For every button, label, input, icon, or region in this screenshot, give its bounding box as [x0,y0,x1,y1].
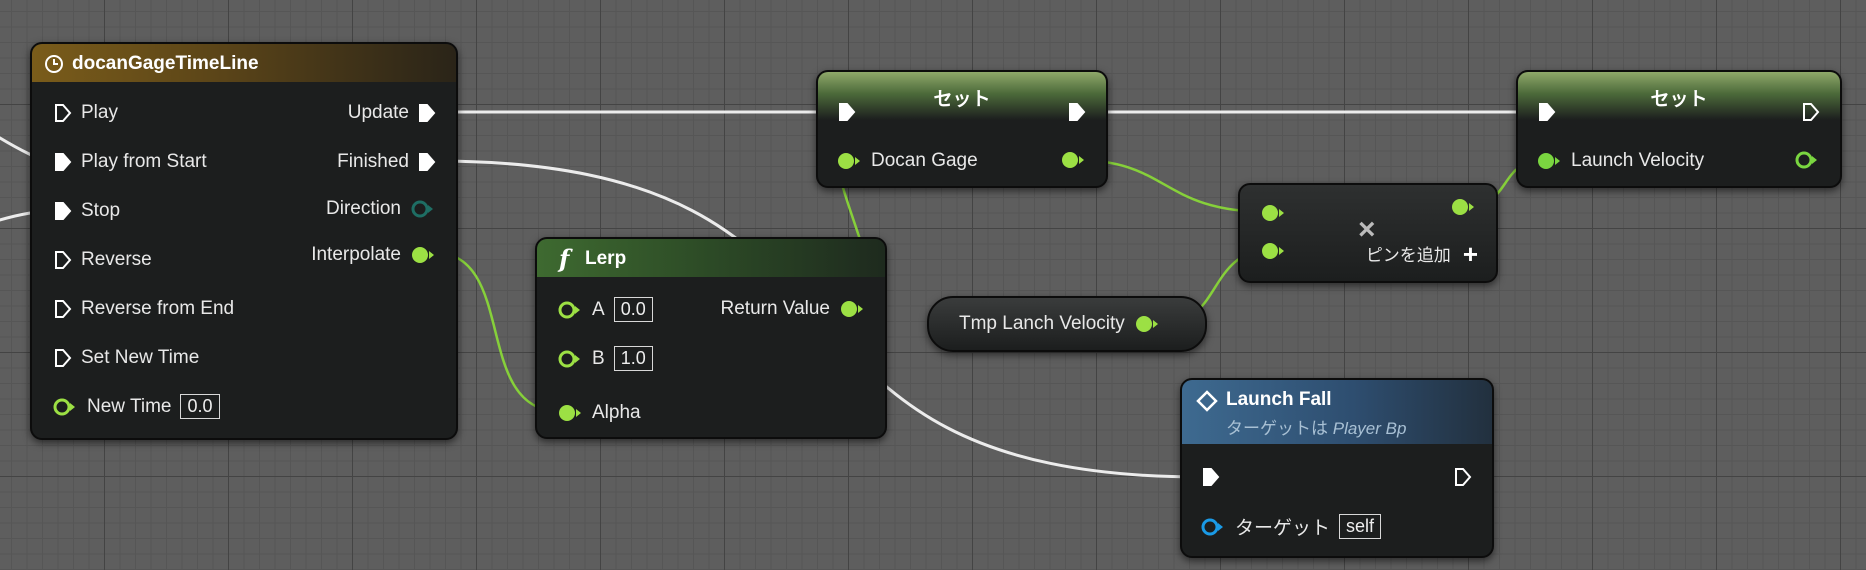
exec-in-pin[interactable] [1538,102,1556,122]
exec-out-pin[interactable] [1802,102,1820,122]
exec-pin-icon[interactable] [1802,102,1820,122]
timeline-node-header[interactable]: docanGageTimeLine [32,44,456,82]
exec-pin-icon[interactable] [838,102,856,122]
float-pin-icon[interactable] [52,397,78,417]
exec-pin-icon[interactable] [54,103,72,123]
pin-play-from-start[interactable]: Play from Start [54,151,207,173]
pin-reverse-from-end[interactable]: Reverse from End [54,298,234,320]
set-node-header[interactable]: セット [818,72,1106,120]
clock-icon [44,54,64,80]
float-pin-icon[interactable] [1060,150,1086,170]
function-icon: f [559,244,570,273]
pin-tmp-lanch-velocity[interactable]: Tmp Lanch Velocity [959,313,1160,335]
multiply-node[interactable]: × ピンを追加 + [1238,183,1498,283]
exec-in-pin[interactable] [1202,467,1220,487]
lerp-node-header[interactable]: f Lerp [537,239,885,277]
exec-pin-icon[interactable] [1454,467,1472,487]
launch-fall-target-class: ターゲットは Player Bp [1226,419,1407,438]
exec-pin-icon[interactable] [418,103,436,123]
pin-a[interactable]: A 0.0 [557,297,653,322]
exec-pin-icon[interactable] [1538,102,1556,122]
tmp-lanch-velocity-node[interactable]: Tmp Lanch Velocity [927,296,1207,352]
float-pin-icon[interactable] [1260,203,1286,223]
float-pin-icon[interactable] [839,299,865,319]
exec-pin-icon[interactable] [418,152,436,172]
pin-direction[interactable]: Direction [326,198,436,220]
float-pin-icon[interactable] [557,349,583,369]
pin-docan-gage[interactable]: Docan Gage [836,150,978,172]
pin-multiply-b[interactable] [1260,241,1286,261]
exec-pin-icon[interactable] [54,299,72,319]
exec-pin-icon[interactable] [1068,102,1086,122]
float-pin-icon[interactable] [1134,314,1160,334]
exec-pin-icon[interactable] [54,152,72,172]
timeline-node[interactable]: docanGageTimeLine Play Play from Start S… [30,42,458,440]
float-pin-icon[interactable] [1260,241,1286,261]
set-node-header[interactable]: セット [1518,72,1840,120]
vector-pin-icon[interactable] [1536,151,1562,171]
exec-in-pin[interactable] [838,102,856,122]
float-pin-icon[interactable] [557,403,583,423]
pin-finished[interactable]: Finished [337,151,436,173]
pin-set-new-time[interactable]: Set New Time [54,347,199,369]
launch-fall-title: Launch Fall [1226,389,1332,410]
exec-pin-icon[interactable] [54,201,72,221]
pin-launch-velocity-out[interactable] [1794,150,1820,170]
pin-interpolate[interactable]: Interpolate [311,244,436,266]
pin-stop[interactable]: Stop [54,200,120,222]
set-title: セット [933,89,991,110]
pin-play[interactable]: Play [54,102,118,124]
float-pin-icon[interactable] [836,151,862,171]
launch-fall-node[interactable]: Launch Fall ターゲットは Player Bp ターゲット self [1180,378,1494,558]
event-diamond-icon [1196,390,1218,418]
add-pin-button[interactable]: ピンを追加 + [1366,238,1478,269]
pin-multiply-result[interactable] [1450,197,1476,217]
launch-fall-header[interactable]: Launch Fall ターゲットは Player Bp [1182,380,1492,444]
set-docan-gage-node[interactable]: セット Docan Gage [816,70,1108,188]
float-pin-icon[interactable] [557,300,583,320]
vector-pin-icon[interactable] [1794,150,1820,170]
float-pin-icon[interactable] [1450,197,1476,217]
exec-out-pin[interactable] [1068,102,1086,122]
set-launch-velocity-node[interactable]: セット Launch Velocity [1516,70,1842,188]
pin-new-time[interactable]: New Time 0.0 [52,394,220,419]
pin-return-value[interactable]: Return Value [721,298,866,320]
timeline-title: docanGageTimeLine [72,53,259,74]
lerp-title: Lerp [585,248,627,269]
target-value-box[interactable]: self [1339,514,1382,539]
new-time-value-box[interactable]: 0.0 [180,394,220,419]
pin-b[interactable]: B 1.0 [557,346,653,371]
set-title: セット [1650,89,1708,110]
exec-pin-icon[interactable] [54,250,72,270]
float-pin-icon[interactable] [410,245,436,265]
pin-launch-velocity[interactable]: Launch Velocity [1536,150,1704,172]
plus-icon: + [1462,238,1478,269]
pin-alpha[interactable]: Alpha [557,402,641,424]
lerp-node[interactable]: f Lerp A 0.0 B 1.0 Alpha Return Value [535,237,887,439]
exec-pin-icon[interactable] [1202,467,1220,487]
b-value-box[interactable]: 1.0 [613,346,653,371]
pin-update[interactable]: Update [348,102,436,124]
enum-pin-icon[interactable] [410,199,436,219]
pin-reverse[interactable]: Reverse [54,249,152,271]
a-value-box[interactable]: 0.0 [613,297,653,322]
exec-out-pin[interactable] [1454,467,1472,487]
pin-multiply-a[interactable] [1260,203,1286,223]
pin-target[interactable]: ターゲット self [1200,513,1382,540]
object-pin-icon[interactable] [1200,517,1226,537]
pin-docan-gage-out[interactable] [1060,150,1086,170]
exec-pin-icon[interactable] [54,348,72,368]
